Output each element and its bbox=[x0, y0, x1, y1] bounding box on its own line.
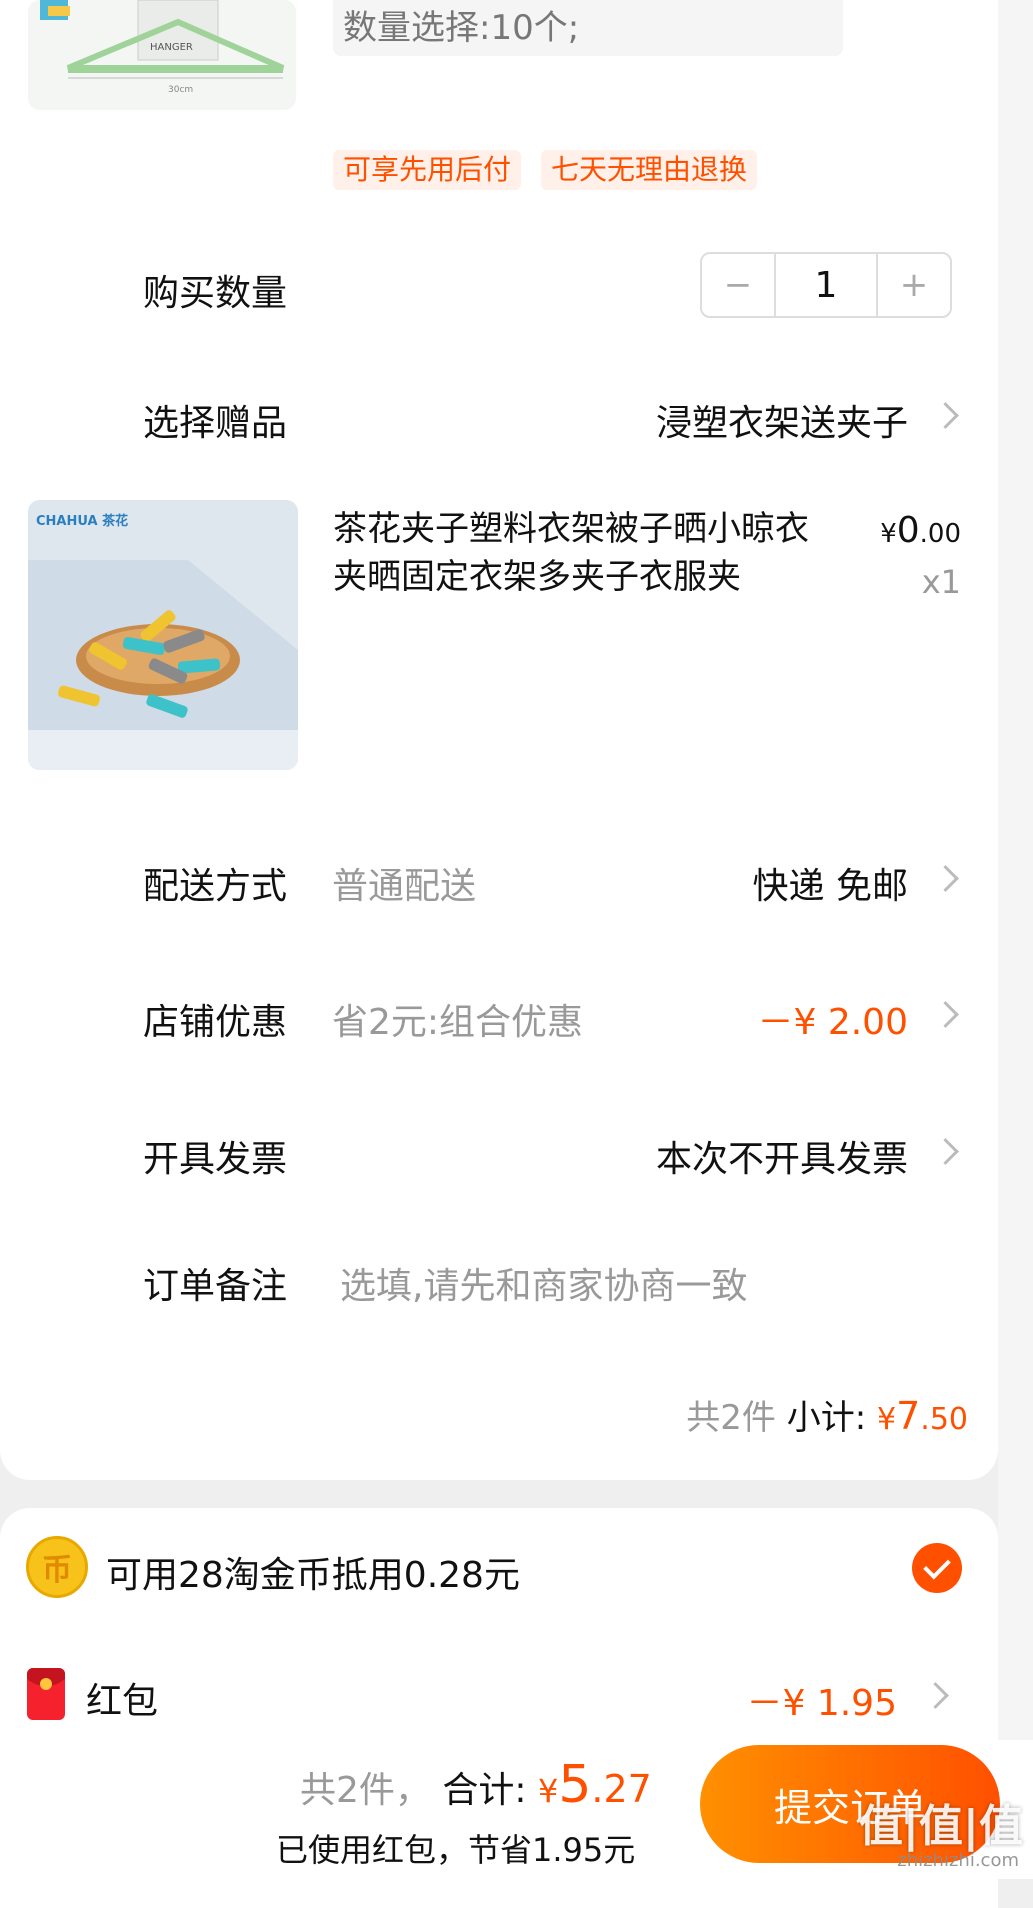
shop-discount-desc: 省2元:组合优惠 bbox=[332, 1002, 584, 1043]
tag-return-7days: 七天无理由退换 bbox=[541, 150, 758, 190]
saved-text: 已使用红包，节省1.95元 bbox=[276, 1831, 636, 1869]
svg-text:30cm: 30cm bbox=[168, 85, 193, 95]
subtotal-symbol: ¥ bbox=[877, 1402, 897, 1437]
red-packet-value[interactable]: －¥ 1.95 bbox=[746, 1674, 897, 1726]
subtotal: 共2件 小计: ¥7.50 bbox=[686, 1390, 968, 1439]
red-packet-label: 红包 bbox=[86, 1681, 159, 1722]
price-dec: .00 bbox=[919, 519, 961, 549]
hanger-image: HANGER 30cm bbox=[28, 0, 296, 110]
gift-select-value[interactable]: 浸塑衣架送夹子 bbox=[656, 394, 908, 446]
total-dec: .27 bbox=[591, 1767, 652, 1811]
coins-text: 可用28淘金币抵用0.28元 bbox=[106, 1555, 520, 1596]
price-symbol: ¥ bbox=[880, 519, 897, 549]
total-label: 合计: bbox=[442, 1770, 527, 1811]
spec-selection[interactable]: 数量选择:10个; bbox=[333, 0, 843, 56]
quantity-label: 购买数量 bbox=[143, 273, 288, 314]
gift-select-label: 选择赠品 bbox=[143, 403, 288, 444]
invoice-value[interactable]: 本次不开具发票 bbox=[656, 1130, 908, 1182]
total-count: 共2件， bbox=[300, 1770, 431, 1811]
page-edge bbox=[998, 0, 1033, 1879]
delivery-value[interactable]: 快递 免邮 bbox=[753, 857, 908, 909]
brand-logo: CHAHUA 茶花 bbox=[36, 514, 129, 529]
increment-button[interactable]: + bbox=[878, 254, 950, 316]
product-thumbnail[interactable]: HANGER 30cm bbox=[28, 0, 296, 110]
gift-thumbnail[interactable]: CHAHUA 茶花 bbox=[28, 500, 298, 770]
watermark-logo: 值|值|值 bbox=[858, 1801, 1023, 1852]
subtotal-amount: ¥7.50 bbox=[877, 1394, 968, 1438]
quantity-value[interactable]: 1 bbox=[774, 254, 878, 316]
coins-checkbox[interactable] bbox=[912, 1543, 962, 1593]
subtotal-label: 小计: bbox=[786, 1398, 867, 1438]
total-amount: ¥5.27 bbox=[537, 1755, 652, 1815]
watermark-url: zhizhizhi.com bbox=[897, 1850, 1019, 1871]
shop-discount-label: 店铺优惠 bbox=[143, 1002, 288, 1043]
delivery-label: 配送方式 bbox=[143, 866, 288, 907]
delivery-type: 普通配送 bbox=[332, 866, 477, 907]
remark-label: 订单备注 bbox=[143, 1266, 288, 1307]
clothespin-image bbox=[28, 500, 298, 770]
red-packet-icon bbox=[27, 1668, 65, 1720]
price-int: 0 bbox=[896, 510, 920, 551]
subtotal-int: 7 bbox=[896, 1394, 921, 1438]
decrement-button[interactable]: − bbox=[702, 254, 774, 316]
subtotal-count: 共2件 bbox=[686, 1398, 776, 1438]
gift-quantity: x1 bbox=[921, 563, 961, 601]
invoice-label: 开具发票 bbox=[143, 1139, 288, 1180]
total-symbol: ¥ bbox=[537, 1772, 559, 1810]
total-line: 共2件， 合计: ¥5.27 bbox=[300, 1755, 652, 1815]
check-icon bbox=[923, 1551, 951, 1579]
shop-discount-value[interactable]: －¥ 2.00 bbox=[757, 993, 908, 1045]
gift-title[interactable]: 茶花夹子塑料衣架被子晒小晾衣夹晒固定衣架多夹子衣服夹 bbox=[333, 505, 813, 601]
coin-icon: 币 bbox=[26, 1536, 88, 1598]
gift-price: ¥0.00 bbox=[880, 510, 961, 551]
quantity-stepper: − 1 + bbox=[700, 252, 952, 318]
tag-pay-later: 可享先用后付 bbox=[333, 150, 522, 190]
svg-text:HANGER: HANGER bbox=[150, 42, 193, 53]
remark-input[interactable]: 选填,请先和商家协商一致 bbox=[340, 1257, 747, 1309]
total-int: 5 bbox=[558, 1755, 592, 1815]
subtotal-dec: .50 bbox=[920, 1402, 968, 1437]
